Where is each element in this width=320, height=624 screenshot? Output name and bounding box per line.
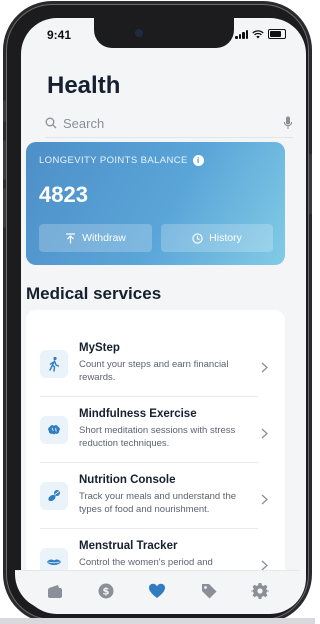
microphone-icon[interactable]	[283, 116, 293, 130]
wifi-icon	[252, 29, 264, 38]
divider	[40, 396, 258, 397]
medical-services-list: MyStep Count your steps and earn financi…	[26, 310, 285, 570]
service-title: MyStep	[79, 342, 120, 354]
search-bar[interactable]	[45, 109, 293, 138]
chevron-right-icon	[261, 560, 268, 570]
tab-bar: $	[15, 570, 300, 610]
service-description: Short meditation sessions with stress re…	[79, 425, 236, 449]
withdraw-arrow-up-icon	[66, 232, 76, 243]
heart-icon	[149, 583, 166, 598]
lips-icon	[40, 548, 68, 570]
status-icons	[235, 29, 286, 39]
power-button	[309, 154, 312, 214]
wallet-icon	[47, 584, 62, 598]
tab-offers[interactable]	[199, 581, 219, 601]
tab-health[interactable]	[147, 581, 167, 601]
volume-up-button	[3, 140, 6, 180]
chevron-right-icon	[261, 362, 268, 373]
search-icon	[45, 117, 57, 129]
search-input[interactable]	[63, 115, 283, 131]
page-title: Health	[47, 72, 121, 99]
chevron-right-icon	[261, 494, 268, 505]
battery-icon	[268, 29, 286, 39]
status-time: 9:41	[47, 28, 72, 42]
mute-switch	[3, 100, 6, 122]
points-balance: 4823	[39, 182, 88, 207]
walking-person-icon	[40, 350, 68, 378]
tab-settings[interactable]	[250, 581, 270, 601]
dollar-coin-icon: $	[98, 583, 114, 598]
service-item-menstrual[interactable]: Menstrual Tracker Control the women's pe…	[40, 538, 272, 570]
info-icon[interactable]: i	[192, 155, 204, 166]
service-description: Control the women's period and	[79, 557, 213, 568]
service-title: Nutrition Console	[79, 474, 176, 486]
points-label-row: LONGEVITY POINTS BALANCE i	[39, 155, 204, 166]
tab-finance[interactable]: $	[96, 581, 116, 601]
brain-icon	[40, 416, 68, 444]
bottom-edge	[0, 618, 315, 624]
divider	[40, 528, 258, 529]
medical-services-heading: Medical services	[26, 284, 162, 303]
withdraw-button[interactable]: Withdraw	[39, 224, 152, 252]
service-title: Menstrual Tracker	[79, 540, 178, 552]
svg-text:$: $	[103, 586, 110, 597]
gear-icon	[251, 582, 270, 599]
camera-icon	[135, 29, 143, 37]
divider	[40, 462, 258, 463]
service-description: Track your meals and understand the type…	[79, 491, 237, 515]
history-label: History	[209, 232, 242, 244]
tag-icon	[201, 583, 217, 598]
chevron-right-icon	[261, 428, 268, 439]
signal-icon	[235, 29, 248, 39]
tab-wallet[interactable]	[45, 581, 65, 601]
history-button[interactable]: History	[161, 224, 273, 252]
service-title: Mindfulness Exercise	[79, 408, 197, 420]
pills-icon	[40, 482, 68, 510]
points-label: LONGEVITY POINTS BALANCE	[39, 155, 188, 166]
clock-icon	[192, 232, 203, 244]
withdraw-label: Withdraw	[82, 232, 126, 244]
longevity-points-card: LONGEVITY POINTS BALANCE i 4823 Withdraw…	[26, 142, 285, 265]
notch	[94, 18, 234, 48]
service-description: Count your steps and earn financial rewa…	[79, 359, 229, 383]
volume-down-button	[3, 188, 6, 228]
